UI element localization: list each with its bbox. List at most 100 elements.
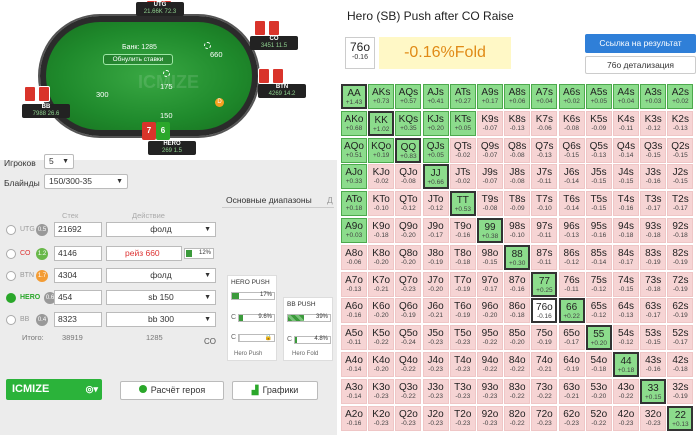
hand-cell[interactable]: KTs +0.05 [449, 110, 476, 136]
hand-cell[interactable]: 64s -0.13 [613, 298, 639, 324]
hand-cell[interactable]: K8s -0.13 [504, 110, 531, 136]
hand-cell[interactable]: 53o -0.20 [585, 378, 612, 404]
hand-cell[interactable]: 74o -0.21 [531, 352, 558, 377]
hero-calc-button[interactable]: Расчёт героя [120, 381, 224, 400]
hand-cell[interactable]: K7s -0.06 [531, 110, 558, 136]
hand-cell[interactable]: KQo +0.19 [368, 137, 395, 163]
hand-cell[interactable]: 75o -0.19 [531, 325, 558, 351]
hand-cell[interactable]: Q4s -0.14 [613, 137, 639, 163]
hand-cell[interactable]: A7s +0.04 [531, 84, 558, 109]
hand-cell[interactable]: 43s -0.16 [640, 352, 667, 377]
hand-cell[interactable]: J8o -0.19 [422, 244, 449, 270]
hand-cell[interactable]: J8s -0.08 [504, 164, 531, 190]
hand-cell[interactable]: J4o -0.23 [422, 352, 449, 377]
hand-cell[interactable]: KQs +0.35 [395, 110, 422, 136]
hand-cell[interactable]: 42s -0.18 [667, 352, 694, 377]
hand-cell[interactable]: 86s -0.12 [558, 244, 585, 270]
seat-hero[interactable]: HERO 269 1.5 [148, 141, 196, 155]
hand-cell[interactable]: 73o -0.22 [531, 378, 558, 404]
hand-cell[interactable]: 53s -0.15 [640, 325, 667, 351]
hand-cell[interactable]: 72o -0.23 [531, 405, 558, 431]
range-bar[interactable]: 9.6% [238, 314, 275, 322]
hand-cell[interactable]: 62s -0.19 [667, 298, 694, 324]
hand-cell[interactable]: A7o -0.13 [341, 271, 367, 297]
hand-cell[interactable]: 66 +0.22 [558, 298, 585, 324]
hand-cell[interactable]: K3s -0.12 [640, 110, 667, 136]
hand-cell[interactable]: QQ +0.83 [395, 137, 422, 163]
hand-cell[interactable]: 95o -0.22 [477, 325, 503, 351]
hand-cell[interactable]: J5s -0.15 [585, 164, 612, 190]
hand-cell[interactable]: 98o -0.15 [477, 244, 503, 270]
hand-cell[interactable]: Q8s -0.08 [504, 137, 531, 163]
charts-button[interactable]: ▟ Графики [232, 381, 318, 400]
hand-cell[interactable]: 33 +0.15 [640, 378, 667, 404]
hand-cell[interactable]: TT +0.53 [449, 191, 476, 217]
hand-cell[interactable]: K5s -0.09 [585, 110, 612, 136]
hand-cell[interactable]: K3o -0.23 [368, 378, 395, 404]
hand-cell[interactable]: A8o -0.06 [341, 244, 367, 270]
hand-cell[interactable]: K5o -0.22 [368, 325, 395, 351]
hero-radio[interactable] [6, 271, 16, 281]
hand-cell[interactable]: 87s -0.11 [531, 244, 558, 270]
hand-cell[interactable]: QJo -0.08 [395, 164, 422, 190]
result-link-button[interactable]: Ссылка на результат [585, 34, 696, 53]
hand-cell[interactable]: J3s -0.16 [640, 164, 667, 190]
hand-cell[interactable]: K6s -0.08 [558, 110, 585, 136]
hand-cell[interactable]: KJo -0.02 [368, 164, 395, 190]
hand-cell[interactable]: Q7o -0.23 [395, 271, 422, 297]
hero-radio[interactable] [6, 293, 16, 303]
blinds-select[interactable]: 150/300-35 ▼ [44, 174, 128, 189]
hand-cell[interactable]: J3o -0.23 [422, 378, 449, 404]
hand-cell[interactable]: 64o -0.19 [558, 352, 585, 377]
stack-input[interactable]: 4304 [54, 268, 102, 283]
hand-cell[interactable]: 43o -0.22 [613, 378, 639, 404]
hand-cell[interactable]: 65s -0.12 [585, 298, 612, 324]
hand-cell[interactable]: T9o -0.16 [449, 218, 476, 243]
hand-cell[interactable]: J2o -0.23 [422, 405, 449, 431]
hand-cell[interactable]: 82s -0.19 [667, 244, 694, 270]
hand-cell[interactable]: JTs -0.02 [449, 164, 476, 190]
hand-cell[interactable]: 83s -0.19 [640, 244, 667, 270]
hand-cell[interactable]: T8s -0.09 [504, 191, 531, 217]
hand-cell[interactable]: AJs +0.41 [422, 84, 449, 109]
hand-cell[interactable]: Q2o -0.23 [395, 405, 422, 431]
hand-cell[interactable]: 62o -0.23 [558, 405, 585, 431]
hand-cell[interactable]: AKs +0.73 [368, 84, 395, 109]
hand-cell[interactable]: J5o -0.23 [422, 325, 449, 351]
hand-cell[interactable]: KTo -0.10 [368, 191, 395, 217]
hand-cell[interactable]: ATo +0.18 [341, 191, 367, 217]
reset-bets-button[interactable]: Обнулить ставки [103, 54, 173, 65]
hand-cell[interactable]: Q2s -0.15 [667, 137, 694, 163]
hand-cell[interactable]: A4o -0.14 [341, 352, 367, 377]
hand-cell[interactable]: 77 +0.25 [531, 271, 558, 297]
hand-cell[interactable]: Q4o -0.22 [395, 352, 422, 377]
hand-cell[interactable]: QTs -0.02 [449, 137, 476, 163]
action-select[interactable]: фолд ▼ [106, 222, 216, 237]
hand-cell[interactable]: A5s +0.05 [585, 84, 612, 109]
hand-cell[interactable]: A4s +0.04 [613, 84, 639, 109]
hand-cell[interactable]: Q5o -0.24 [395, 325, 422, 351]
hand-cell[interactable]: K8o -0.20 [368, 244, 395, 270]
icmize-button[interactable]: ICMIZE ◎▾ [6, 379, 102, 400]
hand-cell[interactable]: T7o -0.19 [449, 271, 476, 297]
hand-cell[interactable]: T3o -0.23 [449, 378, 476, 404]
hand-cell[interactable]: J7o -0.20 [422, 271, 449, 297]
hand-cell[interactable]: T7s -0.10 [531, 191, 558, 217]
tab-extra[interactable]: Д [327, 195, 333, 205]
hand-cell[interactable]: T5o -0.23 [449, 325, 476, 351]
hand-cell[interactable]: KJs +0.20 [422, 110, 449, 136]
hand-cell[interactable]: K4o -0.20 [368, 352, 395, 377]
hand-cell[interactable]: Q9o -0.20 [395, 218, 422, 243]
hand-cell[interactable]: T2s -0.17 [667, 191, 694, 217]
hand-cell[interactable]: 63o -0.21 [558, 378, 585, 404]
hand-cell[interactable]: J9o -0.17 [422, 218, 449, 243]
tab-main-ranges[interactable]: Основные диапазоны [226, 195, 312, 205]
hand-cell[interactable]: K2o -0.23 [368, 405, 395, 431]
hand-cell[interactable]: 96o -0.20 [477, 298, 503, 324]
hand-cell[interactable]: Q8o -0.20 [395, 244, 422, 270]
hand-cell[interactable]: 96s -0.13 [558, 218, 585, 243]
hand-cell[interactable]: 92o -0.23 [477, 405, 503, 431]
stack-input[interactable]: 4146 [54, 246, 102, 261]
hand-cell[interactable]: K4s -0.11 [613, 110, 639, 136]
hand-cell[interactable]: Q5s -0.13 [585, 137, 612, 163]
